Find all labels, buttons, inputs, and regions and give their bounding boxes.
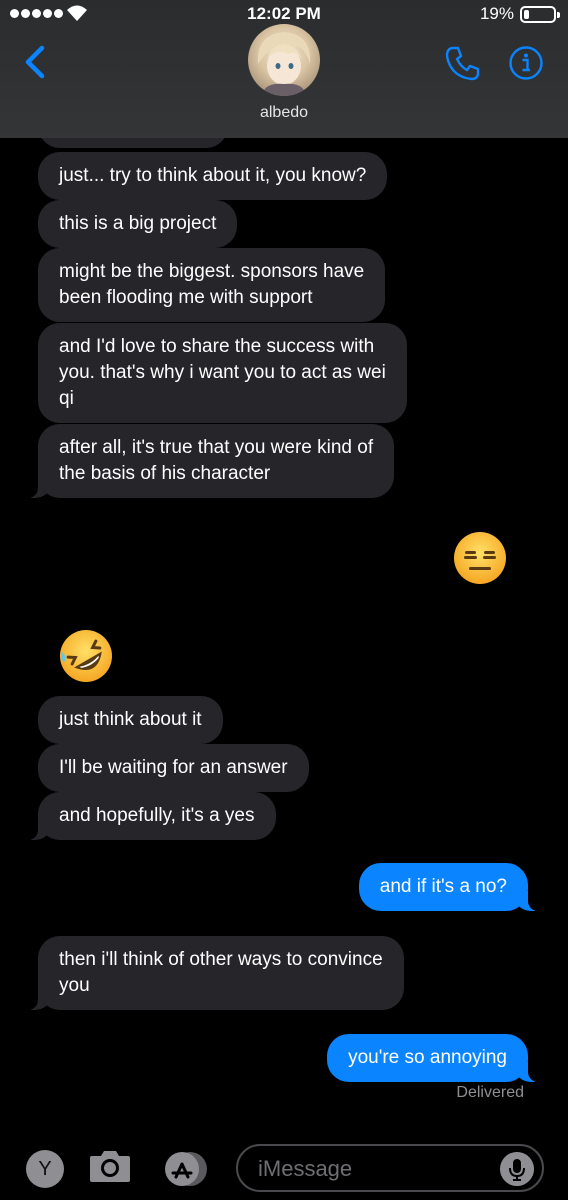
- message-text: you're so annoying: [348, 1047, 507, 1068]
- expressionless-face-emoji[interactable]: [452, 530, 508, 586]
- messages-screen: just... try to think about it, you know?…: [0, 0, 568, 1200]
- message-bubble[interactable]: just... try to think about it, you know?: [38, 152, 388, 200]
- back-chevron-icon[interactable]: [20, 44, 50, 80]
- message-bubble[interactable]: and I'd love to share the success with y…: [38, 323, 407, 423]
- battery-level: [524, 10, 529, 19]
- message-bubble[interactable]: after all, it's true that you were kind …: [27, 424, 395, 498]
- message-text: after all, it's true that you were kind …: [59, 437, 374, 484]
- camera-icon[interactable]: [88, 1146, 132, 1186]
- message-bubble[interactable]: and hopefully, it's a yes: [28, 792, 276, 840]
- message-text: this is a big project: [59, 213, 217, 234]
- message-input[interactable]: [258, 1154, 488, 1184]
- message-text: might be the biggest. sponsors have been…: [59, 261, 365, 308]
- input-bar: Y: [0, 1136, 568, 1200]
- message-bubble[interactable]: just think about it: [38, 696, 223, 744]
- message-text: and hopefully, it's a yes: [59, 805, 255, 826]
- message-text: just think about it: [59, 709, 202, 730]
- message-bubble[interactable]: and if it's a no?: [358, 863, 539, 911]
- message-bubble[interactable]: I'll be waiting for an answer: [38, 744, 309, 792]
- y-app-button[interactable]: Y: [26, 1150, 64, 1188]
- message-text: and I'd love to share the success with y…: [59, 336, 386, 409]
- rolling-laughing-emoji[interactable]: [58, 628, 114, 684]
- message-text: then i'll think of other ways to convinc…: [59, 949, 383, 996]
- imessage-field[interactable]: [236, 1144, 544, 1192]
- message-text: and if it's a no?: [379, 876, 507, 897]
- message-thread[interactable]: just... try to think about it, you know?…: [0, 0, 568, 1130]
- message-bubble[interactable]: this is a big project: [38, 200, 238, 248]
- phone-icon[interactable]: [444, 44, 482, 82]
- message-text: just... try to think about it, you know?: [59, 165, 367, 186]
- delivery-status: Delivered: [456, 1084, 524, 1101]
- message-text: I'll be waiting for an answer: [59, 757, 288, 778]
- message-bubble[interactable]: then i'll think of other ways to convinc…: [28, 936, 404, 1010]
- contact-name[interactable]: albedo: [0, 104, 568, 122]
- avatar-image: [257, 32, 311, 96]
- app-store-icon[interactable]: [162, 1150, 210, 1188]
- microphone-icon[interactable]: [500, 1152, 534, 1186]
- info-icon[interactable]: [508, 45, 544, 81]
- battery-percentage: 19%: [479, 4, 514, 23]
- contact-avatar[interactable]: [248, 24, 320, 96]
- message-bubble[interactable]: you're so annoying: [327, 1034, 538, 1082]
- message-bubble[interactable]: might be the biggest. sponsors have been…: [38, 248, 386, 322]
- conversation-header: 12:02 PM 19% albedo: [0, 0, 568, 138]
- battery-icon: [520, 6, 560, 23]
